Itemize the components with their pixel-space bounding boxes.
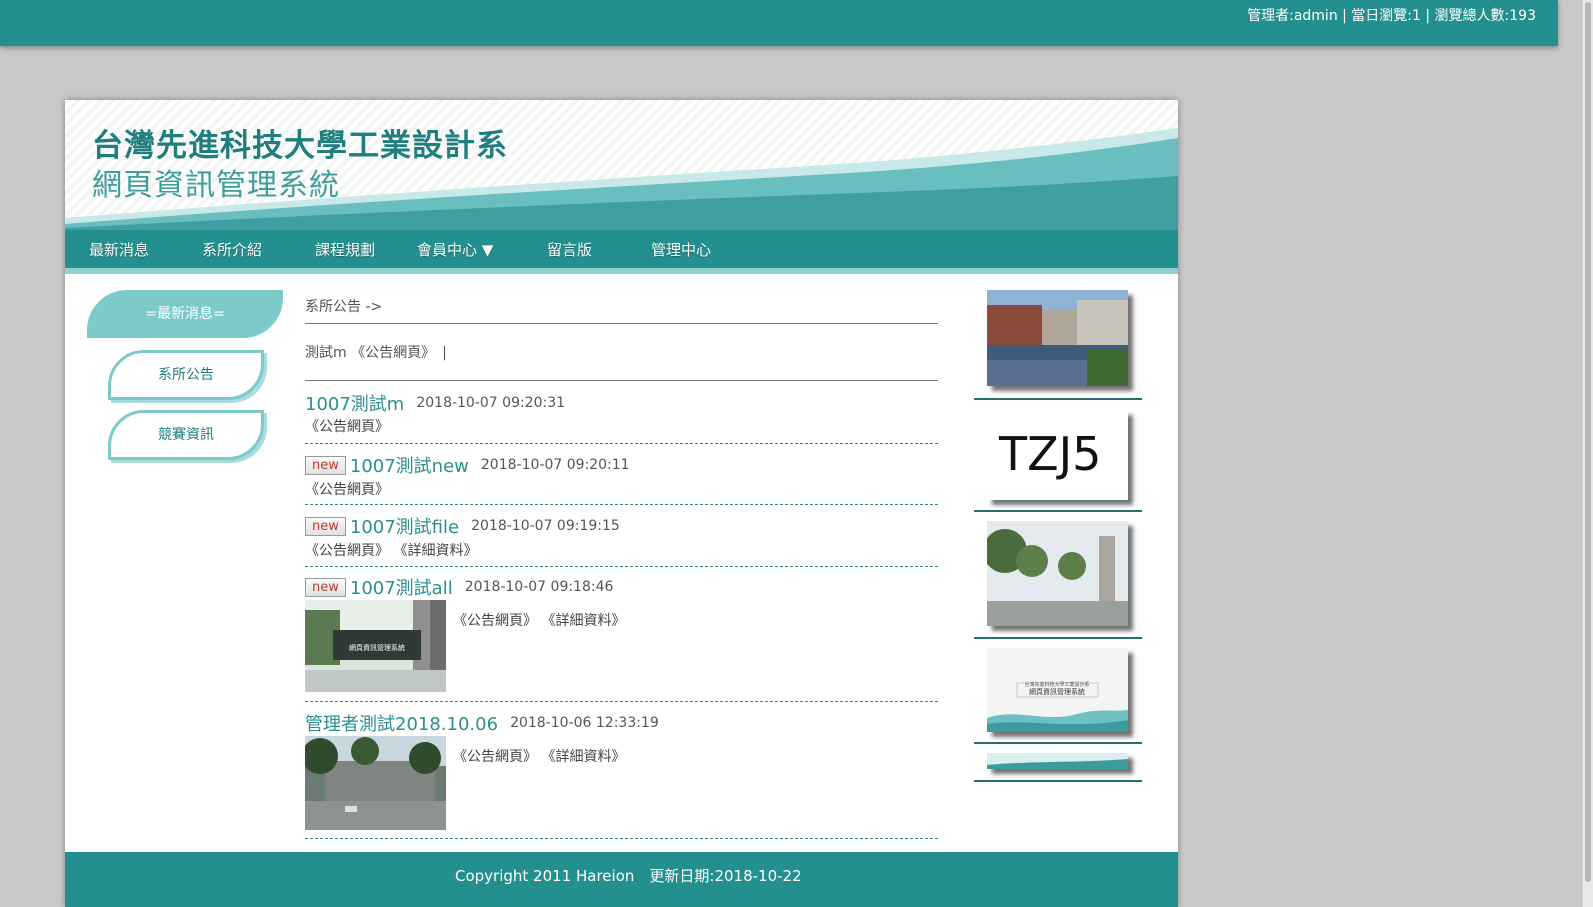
announcement-page-link[interactable]: 《公告網頁》: [453, 749, 537, 765]
news-date: 2018-10-07 09:18:46: [464, 579, 614, 595]
new-badge: new: [305, 577, 346, 597]
details-link[interactable]: 《詳細資料》: [393, 543, 477, 559]
news-title-link[interactable]: 1007測試new: [350, 456, 469, 477]
announcement-page-link[interactable]: 《公告網頁》: [453, 613, 537, 629]
divider: [974, 742, 1142, 744]
captcha-text: TZJ5: [998, 427, 1101, 481]
news-item: new 1007測試all 2018-10-07 09:18:46 網頁資訊管理系統…: [305, 574, 938, 702]
news-date: 2018-10-07 09:20:31: [416, 395, 566, 411]
visitor-stats: 管理者:admin | 當日瀏覽:1 | 瀏覽總人數:193: [1247, 8, 1536, 24]
news-item: 管理者測試2018.10.06 2018-10-06 12:33:19 《公告網頁…: [305, 710, 938, 839]
nav-item-courses[interactable]: 課程規劃: [315, 239, 375, 260]
divider: [305, 323, 938, 324]
main-nav: 最新消息 系所介紹 課程規劃 會員中心 ▼ 留言版 管理中心: [65, 230, 1178, 274]
news-thumbnail[interactable]: [305, 736, 446, 830]
divider: [974, 510, 1142, 512]
news-item: new 1007測試new 2018-10-07 09:20:11 《公告網頁》: [305, 452, 938, 505]
footer: Copyright 2011 Hareion 更新日期:2018-10-22: [65, 852, 1178, 907]
captcha-image: TZJ5: [987, 410, 1128, 500]
details-link[interactable]: 《詳細資料》: [541, 613, 625, 629]
system-banner-thumbnail[interactable]: 台灣先進科技大學工業設計系 網頁資訊管理系統: [987, 648, 1128, 732]
marquee-text[interactable]: 測試m 《公告網頁》 |: [305, 342, 938, 362]
divider: [974, 398, 1142, 400]
page-container: 台灣先進科技大學工業設計系 網頁資訊管理系統 最新消息 系所介紹 課程規劃 會員…: [65, 100, 1178, 907]
nav-item-member-center[interactable]: 會員中心 ▼: [417, 239, 493, 260]
top-bar: 管理者:admin | 當日瀏覽:1 | 瀏覽總人數:193: [0, 0, 1558, 46]
campus-gate-photo[interactable]: [987, 521, 1128, 626]
news-date: 2018-10-07 09:19:15: [471, 518, 620, 534]
details-link[interactable]: 《詳細資料》: [541, 749, 625, 765]
breadcrumb: 系所公告 ->: [305, 299, 383, 315]
news-title-link[interactable]: 1007測試all: [350, 578, 453, 599]
divider: [305, 380, 938, 381]
announcement-page-link[interactable]: 《公告網頁》: [305, 482, 389, 498]
divider: [974, 780, 1142, 782]
campus-photo[interactable]: [987, 290, 1128, 386]
scrollbar-thumb[interactable]: [1585, 2, 1591, 882]
news-title-link[interactable]: 1007測試file: [350, 517, 459, 538]
sidebar-header: =最新消息=: [87, 290, 283, 338]
news-item: new 1007測試file 2018-10-07 09:19:15 《公告網頁》 …: [305, 513, 938, 567]
nav-item-admin-center[interactable]: 管理中心: [651, 239, 711, 260]
thumbnail-caption: 台灣先進科技大學工業設計系: [1024, 681, 1089, 688]
new-badge: new: [305, 516, 346, 536]
announcement-page-link[interactable]: 《公告網頁》: [305, 419, 389, 435]
site-banner-strip[interactable]: [987, 753, 1128, 769]
site-banner: 台灣先進科技大學工業設計系 網頁資訊管理系統: [65, 100, 1178, 230]
thumbnail-caption: 網頁資訊管理系統: [349, 643, 405, 652]
announcement-page-link[interactable]: 《公告網頁》: [305, 543, 389, 559]
news-title-link[interactable]: 管理者測試2018.10.06: [305, 714, 498, 735]
nav-item-guestbook[interactable]: 留言版: [547, 239, 592, 260]
copyright-text: Copyright 2011 Hareion 更新日期:2018-10-22: [455, 867, 802, 885]
site-title: 台灣先進科技大學工業設計系: [92, 128, 508, 164]
vertical-scrollbar[interactable]: [1582, 0, 1593, 907]
news-date: 2018-10-06 12:33:19: [510, 715, 659, 731]
news-item: 1007測試m 2018-10-07 09:20:31 《公告網頁》: [305, 390, 938, 444]
new-badge: new: [305, 455, 346, 475]
news-thumbnail[interactable]: 網頁資訊管理系統: [305, 600, 446, 692]
nav-item-news[interactable]: 最新消息: [89, 239, 149, 260]
divider: [974, 637, 1142, 639]
site-subtitle: 網頁資訊管理系統: [92, 168, 340, 203]
sidebar-item-announcements[interactable]: 系所公告: [108, 350, 264, 400]
news-title-link[interactable]: 1007測試m: [305, 394, 404, 415]
sidebar-item-competitions[interactable]: 競賽資訊: [108, 410, 264, 460]
news-date: 2018-10-07 09:20:11: [480, 457, 630, 473]
thumbnail-caption: 網頁資訊管理系統: [1029, 687, 1085, 696]
nav-item-department[interactable]: 系所介紹: [202, 239, 262, 260]
